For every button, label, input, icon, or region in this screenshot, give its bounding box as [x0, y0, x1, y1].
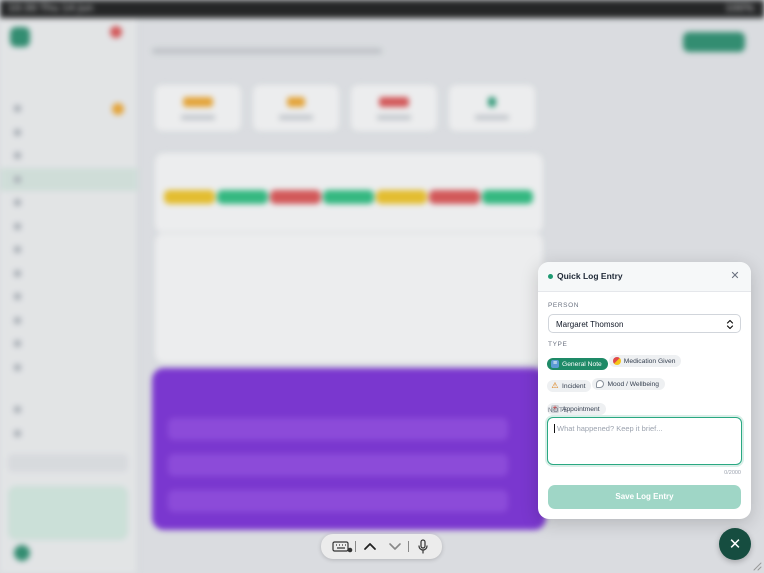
person-select[interactable]: Margaret Thomson: [548, 314, 741, 333]
type-chip-label: Incident: [562, 382, 586, 390]
close-icon[interactable]: ✕: [728, 269, 742, 283]
note-icon: ≡: [551, 360, 559, 368]
note-placeholder: What happened? Keep it brief...: [557, 424, 663, 433]
type-chip-label: Medication Given: [623, 357, 676, 365]
char-count: 0/2000: [724, 470, 741, 476]
panel-title: Quick Log Entry: [557, 271, 623, 281]
note-textarea[interactable]: What happened? Keep it brief...: [547, 417, 742, 465]
keyboard-icon[interactable]: [329, 534, 355, 559]
keyboard-accessory-bar: [321, 534, 442, 559]
type-chips: ≡ General Note Medication Given ⚠ Incident M…: [547, 352, 745, 420]
type-chip-mood-wellbeing[interactable]: Mood / Wellbeing: [592, 378, 665, 390]
save-log-entry-button[interactable]: Save Log Entry: [548, 485, 741, 509]
chevron-up-icon[interactable]: [357, 534, 383, 559]
type-chip-general-note[interactable]: ≡ General Note: [547, 358, 608, 370]
close-fab-button[interactable]: ✕: [719, 528, 751, 560]
close-icon: ✕: [728, 535, 742, 553]
pill-icon: [612, 357, 621, 365]
quick-log-panel: Quick Log Entry ✕ PERSON Margaret Thomso…: [538, 262, 751, 519]
chevron-down-icon[interactable]: [382, 534, 408, 559]
microphone-icon[interactable]: [410, 534, 436, 559]
person-label: PERSON: [548, 302, 580, 309]
person-select-value: Margaret Thomson: [556, 319, 624, 329]
resize-handle-icon[interactable]: [752, 561, 762, 571]
type-chip-medication-given[interactable]: Medication Given: [608, 355, 682, 367]
type-chip-incident[interactable]: ⚠ Incident: [547, 380, 592, 392]
type-label: TYPE: [548, 341, 568, 348]
text-caret: [554, 424, 555, 433]
warning-icon: ⚠: [551, 381, 559, 390]
speech-bubble-icon: [596, 380, 605, 388]
type-chip-label: Mood / Wellbeing: [607, 380, 659, 388]
type-chip-label: General Note: [562, 360, 602, 368]
chevron-up-down-icon: [726, 319, 734, 330]
panel-header: Quick Log Entry ✕: [538, 262, 751, 292]
status-dot: [548, 274, 553, 279]
note-label: NOTE: [548, 407, 569, 414]
